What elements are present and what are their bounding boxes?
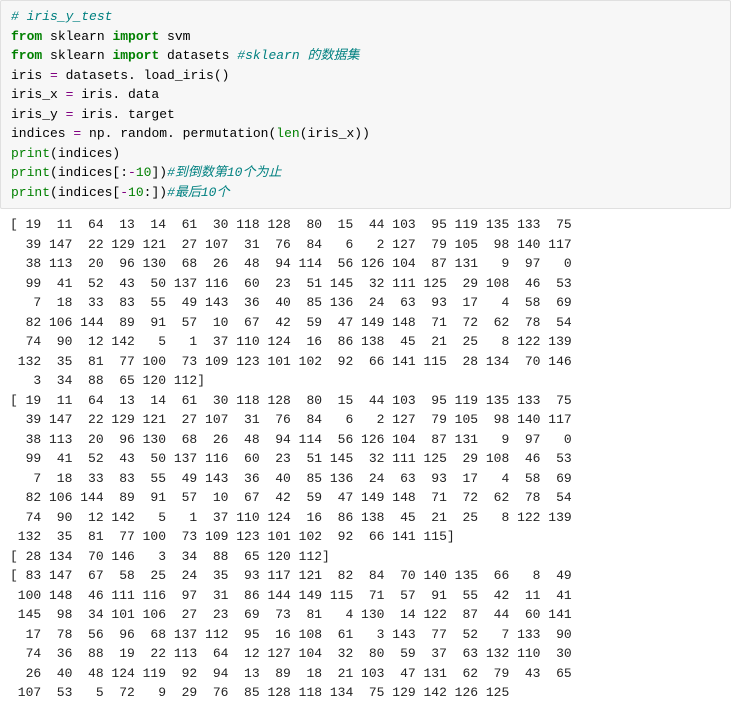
code-line: iris = datasets. load_iris() [11,68,229,83]
output-line: 82 106 144 89 91 57 10 67 42 59 47 149 1… [10,490,572,505]
code-token: :]) [144,185,167,200]
code-token: import [112,48,167,63]
code-token: - [120,185,128,200]
code-line: print(indices[:-10])#到倒数第10个为止 [11,165,281,180]
output-line: 26 40 48 124 119 92 94 13 89 18 21 103 4… [10,666,572,681]
output-line: 7 18 33 83 55 49 143 36 40 85 136 24 63 … [10,471,572,486]
code-token: = [66,107,82,122]
code-token: iris. target [81,107,175,122]
code-token: import [112,29,167,44]
code-token: #最后10个 [167,185,229,200]
output-line: [ 83 147 67 58 25 24 35 93 117 121 82 84… [10,568,572,583]
code-comment: # iris_y_test [11,9,112,24]
output-line: 100 148 46 111 116 97 31 86 144 149 115 … [10,588,572,603]
code-token: (indices[ [50,185,120,200]
output-line: 82 106 144 89 91 57 10 67 42 59 47 149 1… [10,315,572,330]
code-token: = [50,68,66,83]
code-token: 10 [136,165,152,180]
code-token: sklearn [50,48,112,63]
output-line: 17 78 56 96 68 137 112 95 16 108 61 3 14… [10,627,572,642]
code-line: # iris_y_test [11,9,112,24]
code-token: () [214,68,230,83]
code-cell[interactable]: # iris_y_test from sklearn import svm fr… [0,0,731,209]
output-cell: [ 19 11 64 13 14 61 30 118 128 80 15 44 … [0,209,731,709]
code-line: from sklearn import datasets #sklearn 的数… [11,48,359,63]
code-token: len [276,126,299,141]
code-token: #sklearn 的数据集 [237,48,359,63]
output-line: 3 34 88 65 120 112] [10,373,205,388]
code-token: np. random. permutation [89,126,268,141]
code-token: #到倒数第10个为止 [167,165,281,180]
code-token: print [11,185,50,200]
output-line: 39 147 22 129 121 27 107 31 76 84 6 2 12… [10,237,572,252]
code-token: iris_y [11,107,66,122]
output-line: 145 98 34 101 106 27 23 69 73 81 4 130 1… [10,607,572,622]
output-line: 132 35 81 77 100 73 109 123 101 102 92 6… [10,529,455,544]
code-line: iris_y = iris. target [11,107,175,122]
code-token: = [66,87,82,102]
code-line: print(indices) [11,146,120,161]
output-line: 7 18 33 83 55 49 143 36 40 85 136 24 63 … [10,295,572,310]
code-token: from [11,29,50,44]
code-token: datasets [167,48,237,63]
code-token: (indices) [50,146,120,161]
code-token: 10 [128,185,144,200]
code-token: (iris_x)) [300,126,370,141]
code-token: iris [11,68,50,83]
code-token: ]) [151,165,167,180]
code-line: iris_x = iris. data [11,87,159,102]
output-line: 132 35 81 77 100 73 109 123 101 102 92 6… [10,354,572,369]
output-line: 74 90 12 142 5 1 37 110 124 16 86 138 45… [10,334,572,349]
code-line: from sklearn import svm [11,29,190,44]
code-token: iris. data [81,87,159,102]
code-token: svm [167,29,190,44]
code-token: datasets. load_iris [66,68,214,83]
code-line: print(indices[-10:])#最后10个 [11,185,229,200]
code-line: indices = np. random. permutation(len(ir… [11,126,370,141]
code-token: = [73,126,89,141]
code-token: print [11,165,50,180]
code-token: from [11,48,50,63]
code-token: sklearn [50,29,112,44]
code-token: iris_x [11,87,66,102]
output-line: 74 90 12 142 5 1 37 110 124 16 86 138 45… [10,510,572,525]
output-line: 99 41 52 43 50 137 116 60 23 51 145 32 1… [10,451,572,466]
output-line: 107 53 5 72 9 29 76 85 128 118 134 75 12… [10,685,509,700]
code-token: - [128,165,136,180]
code-token: (indices[: [50,165,128,180]
output-line: [ 19 11 64 13 14 61 30 118 128 80 15 44 … [10,393,572,408]
code-token: indices [11,126,73,141]
output-line: [ 28 134 70 146 3 34 88 65 120 112] [10,549,330,564]
code-token: print [11,146,50,161]
output-line: 74 36 88 19 22 113 64 12 127 104 32 80 5… [10,646,572,661]
output-line: 38 113 20 96 130 68 26 48 94 114 56 126 … [10,432,572,447]
output-line: [ 19 11 64 13 14 61 30 118 128 80 15 44 … [10,217,572,232]
output-line: 38 113 20 96 130 68 26 48 94 114 56 126 … [10,256,572,271]
output-line: 99 41 52 43 50 137 116 60 23 51 145 32 1… [10,276,572,291]
output-line: 39 147 22 129 121 27 107 31 76 84 6 2 12… [10,412,572,427]
